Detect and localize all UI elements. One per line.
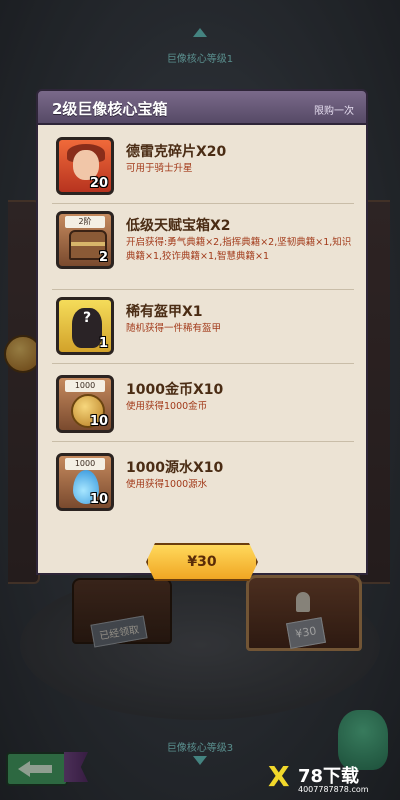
buy-button[interactable]: ¥30 — [146, 543, 258, 581]
talent-chest-icon[interactable]: 2阶 2 — [56, 211, 114, 269]
modal-body: 20 德雷克碎片X20 可用于骑士升星 2阶 2 低级天赋宝箱X2 开启获得:勇… — [36, 125, 368, 575]
item-desc: 开启获得:勇气典籍×2,指挥典籍×2,坚韧典籍×1,知识典籍×1,狡诈典籍×1,… — [126, 237, 352, 262]
gold-coin-icon[interactable]: 1000 10 — [56, 375, 114, 433]
item-desc: 随机获得一件稀有盔甲 — [126, 323, 222, 334]
list-item: ? 1 稀有盔甲X1 随机获得一件稀有盔甲 — [52, 291, 354, 364]
item-amount-label: 1000 — [65, 380, 105, 392]
item-tier-label: 2阶 — [65, 216, 105, 228]
source-water-icon[interactable]: 1000 10 — [56, 453, 114, 511]
item-name: 1000金币X10 — [126, 382, 224, 398]
buy-price-label: ¥30 — [187, 554, 217, 570]
chest-band — [71, 242, 105, 246]
purchase-limit: 限购一次 — [314, 106, 354, 117]
watermark-logo-icon: X — [268, 760, 290, 793]
list-item: 20 德雷克碎片X20 可用于骑士升星 — [52, 131, 354, 204]
item-count: 1 — [98, 336, 108, 351]
item-count: 2 — [98, 250, 108, 265]
item-name: 稀有盔甲X1 — [126, 304, 203, 320]
mystery-armor-icon[interactable]: ? 1 — [56, 297, 114, 355]
modal-title: 2级巨像核心宝箱 — [52, 100, 168, 118]
site-watermark: X 78下载 4007787878.com — [268, 762, 396, 798]
item-desc: 使用获得1000源水 — [126, 479, 208, 490]
question-mark-icon: ? — [82, 310, 92, 326]
list-item: 1000 10 1000源水X10 使用获得1000源水 — [52, 447, 354, 519]
list-item: 2阶 2 低级天赋宝箱X2 开启获得:勇气典籍×2,指挥典籍×2,坚韧典籍×1,… — [52, 205, 354, 290]
item-name: 1000源水X10 — [126, 460, 224, 476]
item-count: 20 — [89, 176, 108, 191]
list-item: 1000 10 1000金币X10 使用获得1000金币 — [52, 369, 354, 442]
item-count: 10 — [89, 414, 108, 429]
item-name: 德雷克碎片X20 — [126, 144, 227, 160]
item-desc: 可用于骑士升星 — [126, 163, 193, 174]
modal-header: 2级巨像核心宝箱 限购一次 — [36, 89, 368, 125]
armor-silhouette: ? — [72, 308, 102, 348]
item-count: 10 — [89, 492, 108, 507]
watermark-url: 4007787878.com — [298, 785, 369, 794]
chest-detail-modal: 2级巨像核心宝箱 限购一次 20 德雷克碎片X20 可用于骑士升星 2阶 2 低… — [36, 89, 368, 581]
item-amount-label: 1000 — [65, 458, 105, 470]
item-name: 低级天赋宝箱X2 — [126, 218, 231, 234]
item-desc: 使用获得1000金币 — [126, 401, 208, 412]
drake-portrait-icon[interactable]: 20 — [56, 137, 114, 195]
